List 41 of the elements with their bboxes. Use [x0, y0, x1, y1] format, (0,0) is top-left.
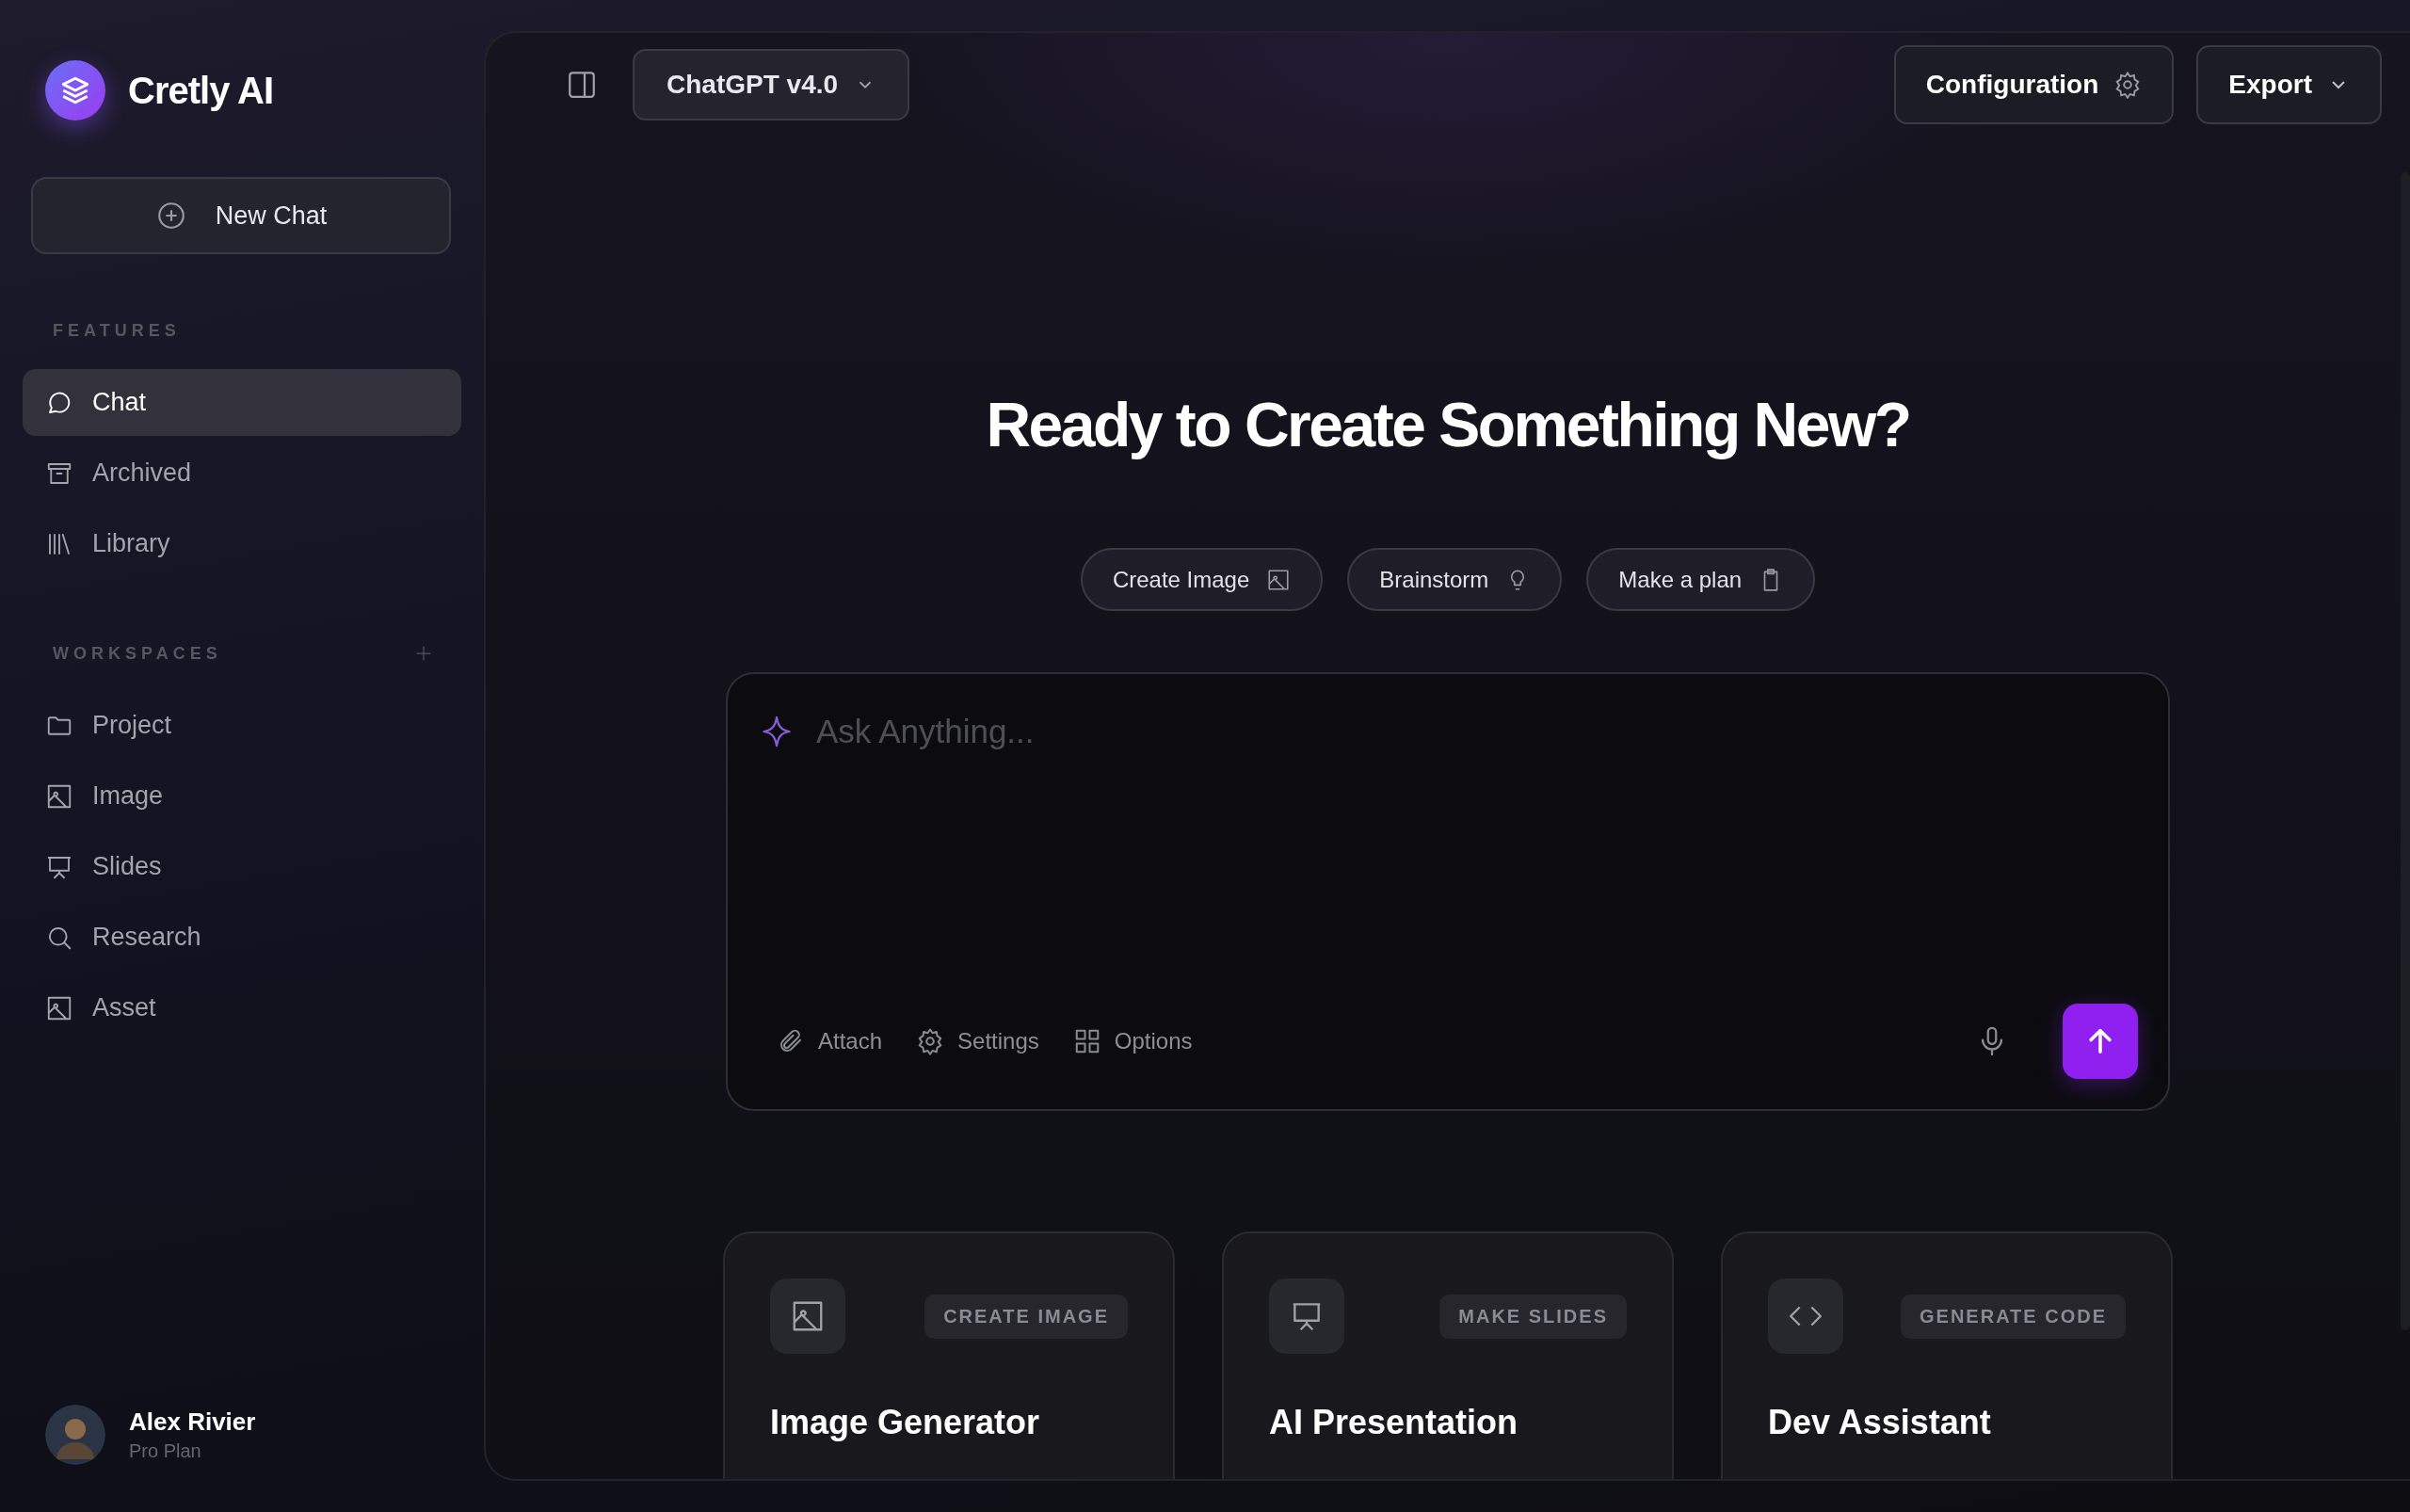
nav-item[interactable]: Asset	[23, 974, 461, 1041]
section-title: FEATURES	[53, 320, 181, 341]
model-dropdown[interactable]: ChatGPT v4.0	[633, 49, 910, 121]
code-icon	[1768, 1279, 1843, 1354]
section-title: WORKSPACES	[53, 643, 222, 664]
nav-item[interactable]: Library	[23, 510, 461, 577]
card-title: Image Generator	[770, 1403, 1041, 1442]
feature-card[interactable]: GENERATE CODE Dev Assistant	[1721, 1231, 2173, 1479]
card-tag: GENERATE CODE	[1901, 1294, 2126, 1339]
prompt-box[interactable]: Ask Anything... Attach Settings Options	[726, 672, 2170, 1111]
settings-button[interactable]: Settings	[916, 1027, 1039, 1055]
suggestion-chip[interactable]: Brainstorm	[1347, 548, 1563, 611]
nav-item[interactable]: Archived	[23, 440, 461, 507]
nav-item[interactable]: Slides	[23, 833, 461, 900]
avatar-icon	[45, 1405, 105, 1465]
card-title: AI Presentation	[1269, 1403, 1519, 1442]
image-icon	[1266, 567, 1292, 592]
logo-icon	[45, 60, 105, 121]
suggestion-chip[interactable]: Make a plan	[1586, 548, 1816, 611]
paperclip-button[interactable]: Attach	[777, 1027, 883, 1055]
user-name: Alex Rivier	[129, 1407, 256, 1437]
nav-item[interactable]: Research	[23, 904, 461, 971]
presentation-icon	[1269, 1279, 1344, 1354]
user-plan: Pro Plan	[129, 1440, 202, 1462]
feature-card[interactable]: MAKE SLIDES AI Presentation	[1222, 1231, 1674, 1479]
feature-card[interactable]: CREATE IMAGE Image Generator	[723, 1231, 1175, 1479]
nav-item[interactable]: Image	[23, 763, 461, 829]
page-heading: Ready to Create Something New?	[986, 389, 1910, 461]
card-title: Dev Assistant	[1768, 1403, 1992, 1442]
nav-item[interactable]: Chat	[23, 369, 461, 436]
card-tag: MAKE SLIDES	[1439, 1294, 1627, 1339]
export-button[interactable]: Export	[2196, 45, 2382, 124]
suggestion-chip[interactable]: Create Image	[1080, 548, 1324, 611]
app-name: Cretly AI	[128, 69, 273, 112]
send-button[interactable]	[2063, 1004, 2138, 1079]
new-chat-button[interactable]: New Chat	[31, 177, 451, 254]
card-tag: CREATE IMAGE	[924, 1294, 1128, 1339]
grid-button[interactable]: Options	[1072, 1027, 1193, 1055]
configuration-button[interactable]: Configuration	[1893, 45, 2175, 124]
nav-item[interactable]: Project	[23, 692, 461, 759]
image-icon	[770, 1279, 845, 1354]
